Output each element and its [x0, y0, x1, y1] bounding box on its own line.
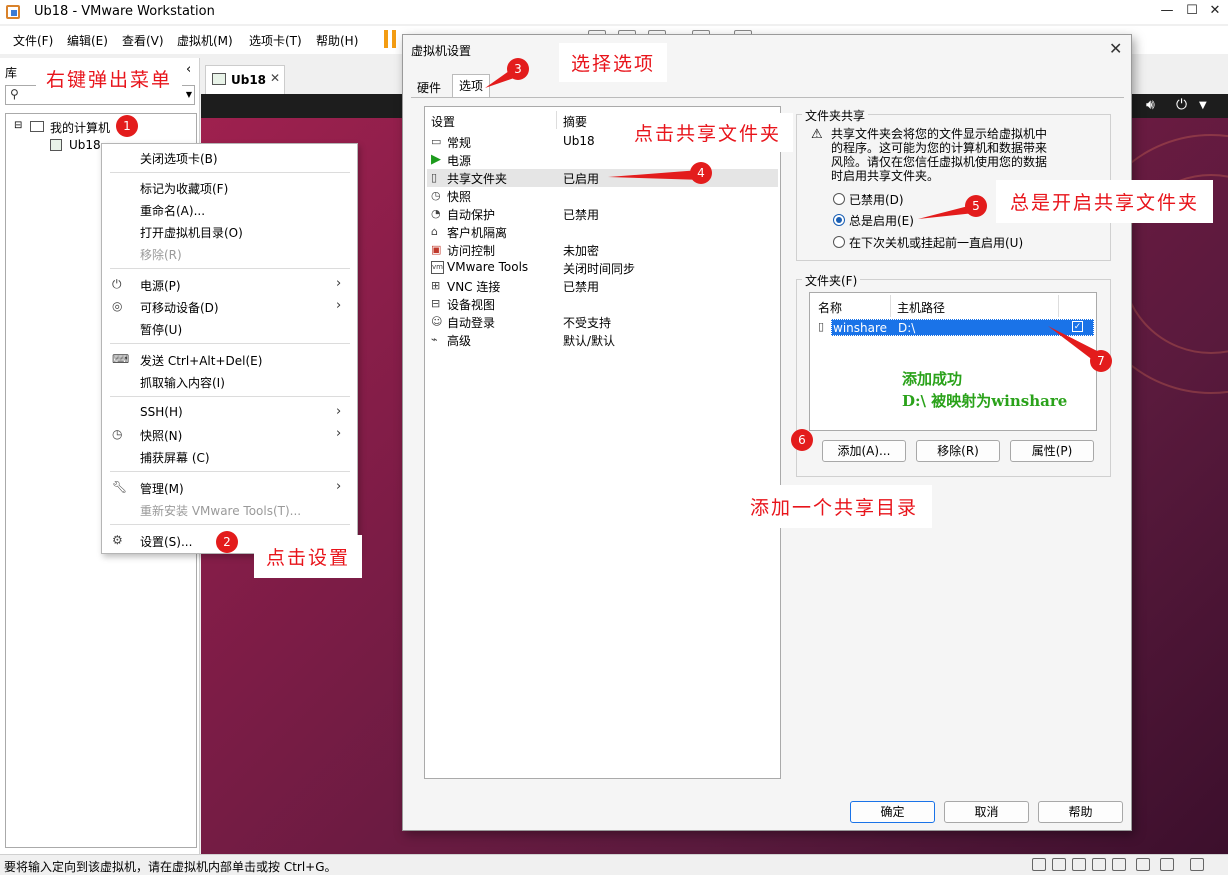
- step-badge-1: 1: [116, 115, 138, 137]
- step-badge-5: 5: [965, 195, 987, 217]
- annotation-always-enable: 总是开启共享文件夹: [996, 180, 1214, 223]
- step-badge-4: 4: [690, 162, 712, 184]
- annotation-right-click-menu: 右键弹出菜单: [36, 61, 183, 96]
- step-badge-2: 2: [216, 531, 238, 553]
- annotation-select-options: 选择选项: [559, 43, 668, 82]
- annotation-add-shared-dir: 添加一个共享目录: [736, 485, 933, 528]
- annotation-success-line2: D:\ 被映射为winshare: [902, 392, 1068, 410]
- step-badge-3: 3: [507, 58, 529, 80]
- step-badge-7: 7: [1090, 350, 1112, 372]
- annotation-success-line1: 添加成功: [902, 370, 963, 388]
- annotation-arrows: [485, 71, 1105, 364]
- annotation-click-shared-folder: 点击共享文件夹: [622, 113, 794, 152]
- annotation-click-settings: 点击设置: [254, 535, 363, 578]
- step-badge-6: 6: [791, 429, 813, 451]
